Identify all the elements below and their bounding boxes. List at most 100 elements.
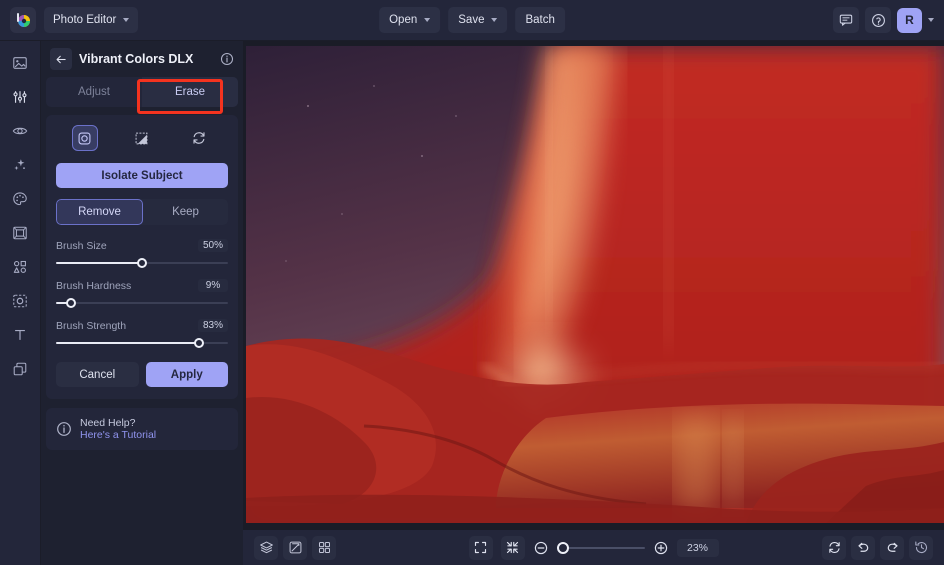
chevron-down-icon [123, 18, 129, 22]
tab-erase[interactable]: Erase [142, 77, 238, 107]
batch-button[interactable]: Batch [515, 7, 564, 33]
remove-mode-button[interactable]: Remove [56, 199, 143, 225]
grid-view-button[interactable] [312, 536, 336, 560]
sidebar-item-image[interactable] [6, 51, 34, 75]
apply-button[interactable]: Apply [146, 362, 229, 387]
history-tools-group [822, 536, 933, 560]
bottom-toolbar: 23% [243, 530, 944, 565]
subject-select-tool[interactable] [72, 125, 98, 151]
sidebar-item-ai-magic[interactable] [6, 153, 34, 177]
text-icon [12, 327, 28, 343]
brush-strength-fill [56, 342, 199, 344]
chat-bubble-icon [839, 13, 853, 27]
info-circle-icon[interactable] [220, 52, 234, 66]
erase-tool-row [56, 125, 228, 151]
top-toolbar: Photo Editor Open Save Batch [0, 0, 944, 41]
isolate-subject-button[interactable]: Isolate Subject [56, 163, 228, 188]
brush-strength-value: 83% [198, 319, 228, 332]
sidebar-item-layers[interactable] [6, 357, 34, 381]
brush-size-label: Brush Size [56, 240, 107, 252]
reset-button[interactable] [822, 536, 846, 560]
layers-stack-icon [259, 540, 274, 555]
fit-to-screen-icon [473, 540, 488, 555]
color-wheel-logo-icon [14, 11, 32, 29]
view-tools-group [254, 536, 336, 560]
edited-photo[interactable] [246, 46, 944, 523]
sidebar-item-text[interactable] [6, 323, 34, 347]
brush-hardness-value: 9% [198, 279, 228, 292]
brush-hardness-track[interactable] [56, 298, 228, 308]
help-button[interactable] [865, 7, 891, 33]
left-tool-rail [0, 41, 41, 565]
keep-mode-button[interactable]: Keep [143, 199, 228, 225]
palette-icon [12, 191, 28, 207]
brush-size-value: 50% [198, 239, 228, 252]
zoom-controls: 23% [469, 536, 719, 560]
app-menu-button[interactable]: Photo Editor [44, 7, 138, 33]
zoom-slider[interactable] [557, 542, 645, 554]
back-arrow-icon [55, 53, 68, 66]
frame-icon [12, 225, 28, 241]
sliders-icon [12, 89, 28, 105]
batch-label: Batch [525, 14, 554, 26]
collapse-arrows-icon [505, 540, 520, 555]
compare-button[interactable] [283, 536, 307, 560]
feedback-button[interactable] [833, 7, 859, 33]
account-chevron-down-icon[interactable] [928, 18, 934, 22]
zoom-slider-knob[interactable] [557, 542, 569, 554]
open-label: Open [389, 14, 417, 26]
sidebar-item-adjust[interactable] [6, 85, 34, 109]
open-button[interactable]: Open [379, 7, 440, 33]
app-logo[interactable] [10, 7, 36, 33]
app-menu-label: Photo Editor [53, 14, 116, 26]
help-box[interactable]: Need Help? Here's a Tutorial [46, 408, 238, 450]
zoom-out-icon[interactable] [533, 540, 549, 556]
help-circle-icon [871, 13, 886, 28]
brush-strength-knob[interactable] [194, 338, 204, 348]
zoom-level-value[interactable]: 23% [677, 539, 719, 557]
brush-hardness-knob[interactable] [66, 298, 76, 308]
cancel-button[interactable]: Cancel [56, 362, 139, 387]
retouch-icon [12, 293, 28, 309]
zoom-in-icon[interactable] [653, 540, 669, 556]
fit-to-screen-button[interactable] [469, 536, 493, 560]
shapes-icon [12, 259, 28, 275]
page-title: Vibrant Colors DLX [79, 52, 213, 66]
save-button[interactable]: Save [448, 7, 507, 33]
tab-adjust[interactable]: Adjust [46, 77, 142, 107]
history-button[interactable] [909, 536, 933, 560]
redo-button[interactable] [880, 536, 904, 560]
sidebar-item-frame[interactable] [6, 221, 34, 245]
brush-size-slider: Brush Size 50% [56, 239, 228, 268]
sidebar-item-shapes[interactable] [6, 255, 34, 279]
canvas-area[interactable] [243, 41, 944, 530]
tutorial-link[interactable]: Here's a Tutorial [80, 429, 156, 441]
undo-button[interactable] [851, 536, 875, 560]
sidebar-item-effects[interactable] [6, 119, 34, 143]
redo-arrow-icon [885, 540, 900, 555]
erase-controls: Isolate Subject Remove Keep Brush Size 5… [46, 115, 238, 399]
account-actions-group: R [833, 7, 934, 33]
actual-size-button[interactable] [501, 536, 525, 560]
effect-panel: Vibrant Colors DLX Adjust Erase [41, 41, 243, 565]
reset-mask-tool[interactable] [186, 125, 212, 151]
brush-strength-track[interactable] [56, 338, 228, 348]
photo-render [246, 46, 944, 523]
compare-split-icon [288, 540, 303, 555]
history-clock-icon [914, 540, 929, 555]
brush-size-track[interactable] [56, 258, 228, 268]
panel-header: Vibrant Colors DLX [41, 41, 243, 77]
sidebar-item-retouch[interactable] [6, 289, 34, 313]
avatar[interactable]: R [897, 8, 922, 33]
layers-icon [12, 361, 28, 377]
file-actions-group: Open Save Batch [379, 7, 565, 33]
eye-icon [12, 123, 28, 139]
invert-mask-tool[interactable] [129, 125, 155, 151]
layers-panel-button[interactable] [254, 536, 278, 560]
back-button[interactable] [50, 48, 72, 70]
brush-strength-slider: Brush Strength 83% [56, 319, 228, 348]
image-icon [12, 55, 28, 71]
brush-size-knob[interactable] [137, 258, 147, 268]
sidebar-item-color[interactable] [6, 187, 34, 211]
chevron-down-icon [424, 18, 430, 22]
